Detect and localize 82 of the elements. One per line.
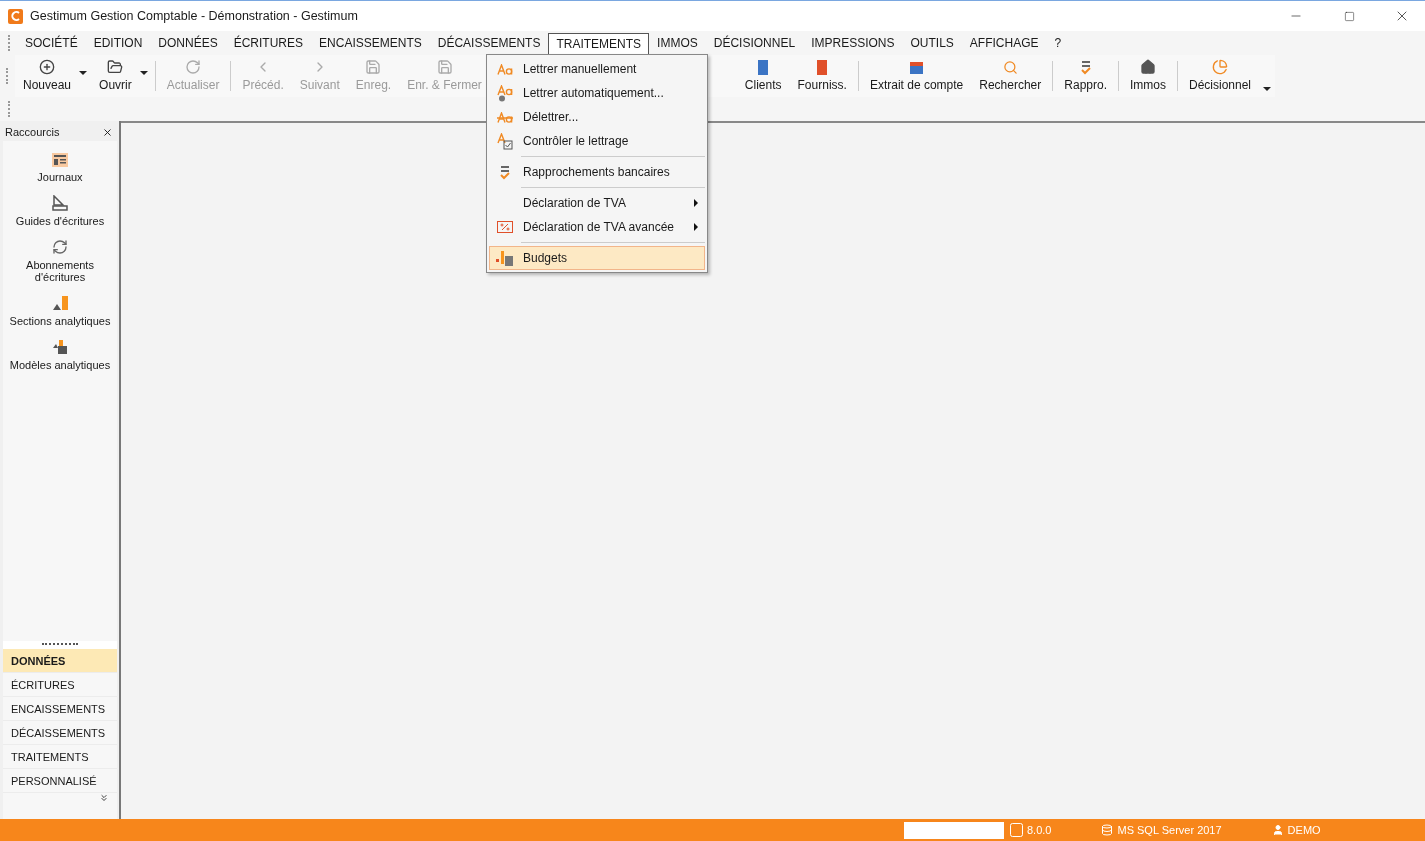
caret-icon[interactable]	[139, 71, 148, 75]
menu-item[interactable]: SOCIÉTÉ	[17, 32, 86, 54]
maximize-icon[interactable]	[1343, 10, 1355, 22]
overflow-caret-icon[interactable]	[1263, 87, 1272, 91]
menu-item[interactable]: ?	[1046, 32, 1070, 54]
menu-item[interactable]: AFFICHAGE	[961, 32, 1047, 54]
checklist-icon	[499, 164, 511, 180]
user-label: DEMO	[1271, 824, 1321, 836]
menu-entry[interactable]: Délettrer...	[489, 105, 705, 129]
app-logo-icon	[1010, 823, 1023, 837]
budget-icon	[496, 250, 514, 266]
menu-entry[interactable]: Lettrer automatiquement...	[489, 81, 705, 105]
toolbar-button[interactable]: Décisionnel	[1181, 55, 1260, 97]
app-logo	[8, 8, 23, 24]
toolbar-button[interactable]: Extrait de compte	[861, 55, 972, 97]
section-item[interactable]: DONNÉES	[3, 649, 117, 673]
toolbar-button[interactable]: Nouveau	[15, 55, 80, 97]
letters-icon	[497, 63, 513, 75]
menu-entry[interactable]: Contrôler le lettrage	[489, 129, 705, 153]
menu-item[interactable]: IMMOS	[649, 32, 706, 54]
menu-entry[interactable]: Budgets	[489, 246, 705, 270]
expand-icon[interactable]	[99, 793, 109, 803]
shortcut-item[interactable]: Abonnements d'écritures	[5, 239, 115, 283]
book-icon	[817, 60, 828, 75]
caret-icon[interactable]	[79, 71, 88, 75]
toolbar-icon	[39, 59, 55, 75]
menu-item[interactable]: DONNÉES	[150, 32, 226, 54]
menu-item[interactable]: ENCAISSEMENTS	[311, 32, 430, 54]
section-item[interactable]: ENCAISSEMENTS	[3, 697, 117, 721]
panel-title: Raccourcis	[5, 126, 60, 138]
shortcut-item[interactable]: Journaux	[5, 153, 115, 183]
grip-dots-icon[interactable]	[42, 643, 78, 647]
menu-item[interactable]: EDITION	[85, 32, 151, 54]
menu-entry[interactable]: Rapprochements bancaires	[489, 160, 705, 184]
percent-icon	[497, 221, 513, 233]
section-item[interactable]: DÉCAISSEMENTS	[3, 721, 117, 745]
menu-item[interactable]: DÉCISIONNEL	[705, 32, 804, 54]
toolbar-button[interactable]: Clients	[736, 55, 790, 97]
toolbar-button[interactable]: Rechercher	[971, 55, 1050, 97]
menu-entry[interactable]: Lettrer manuellement	[489, 57, 705, 81]
user-icon	[1271, 824, 1284, 836]
toolbar-button[interactable]: Fourniss.	[789, 55, 855, 97]
strikethrough-letters-icon	[497, 111, 513, 123]
toolbar-icon	[107, 59, 124, 75]
toolbar-icon	[436, 59, 453, 75]
section-item[interactable]: PERSONNALISÉ	[3, 769, 117, 793]
shortcut-item[interactable]: Guides d'écritures	[5, 195, 115, 227]
book-icon	[758, 60, 769, 75]
letters-gear-icon	[497, 84, 513, 102]
toolbar-button[interactable]: Ouvrir	[91, 55, 140, 97]
shortcut-item[interactable]: Sections analytiques	[5, 295, 115, 327]
search-icon	[1002, 60, 1018, 75]
window-title: Gestimum Gestion Comptable - Démonstration - Gestimum	[30, 9, 359, 23]
menu-entry[interactable]: Déclaration de TVA avancée	[489, 215, 705, 239]
toolbar-button[interactable]: Rappro.	[1056, 55, 1115, 97]
toolbar-button[interactable]: Immos	[1122, 55, 1174, 97]
house-icon	[1140, 59, 1156, 75]
version-label: 8.0.0	[1010, 823, 1052, 837]
toolbar-icon	[365, 59, 382, 75]
menu-entry[interactable]: Déclaration de TVA	[489, 191, 705, 215]
refresh-icon	[52, 239, 68, 255]
splitter-bar[interactable]	[3, 641, 117, 649]
chart-icon	[51, 295, 69, 311]
calendar-icon	[909, 60, 925, 75]
close-icon[interactable]	[102, 126, 113, 138]
pie-chart-icon	[1212, 59, 1228, 75]
section-item[interactable]: ÉCRITURES	[3, 673, 117, 697]
letters-check-icon	[497, 132, 513, 150]
menu-item[interactable]: DÉCAISSEMENTS	[429, 32, 549, 54]
database-icon	[1101, 824, 1114, 836]
checklist-icon	[1079, 60, 1092, 75]
menu-item[interactable]: ÉCRITURES	[225, 32, 312, 54]
section-item[interactable]: TRAITEMENTS	[3, 745, 117, 769]
shortcut-item[interactable]: Modèles analytiques	[5, 339, 115, 371]
model-icon	[52, 339, 68, 355]
journal-icon	[52, 153, 68, 167]
menu-item[interactable]: IMPRESSIONS	[803, 32, 903, 54]
menu-item[interactable]: TRAITEMENTS	[548, 32, 650, 54]
database-label: MS SQL Server 2017	[1101, 824, 1222, 836]
ruler-icon	[52, 195, 68, 211]
menu-item[interactable]: OUTILS	[902, 32, 962, 54]
toolbar-icon	[185, 59, 202, 75]
